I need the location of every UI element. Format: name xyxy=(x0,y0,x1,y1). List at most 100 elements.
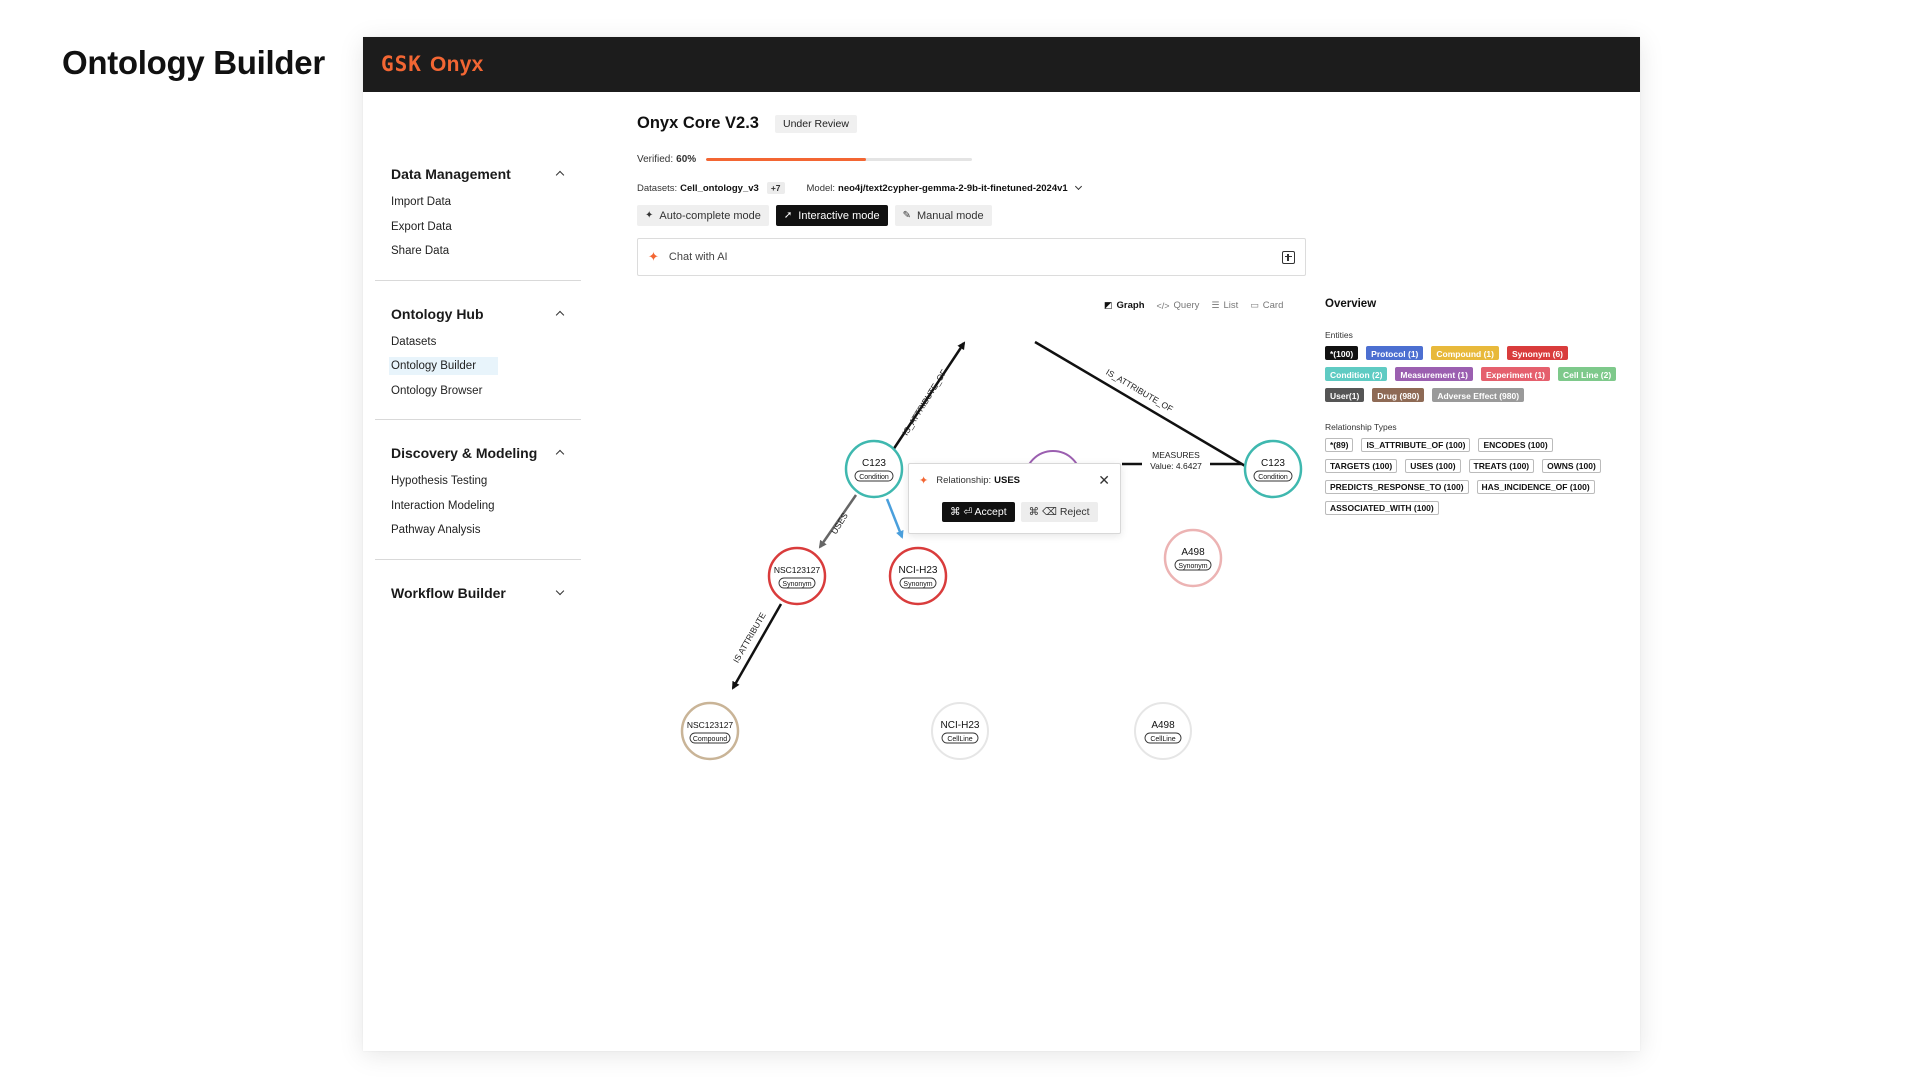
entity-tag[interactable]: Compound (1) xyxy=(1431,346,1499,360)
node-title: C123 xyxy=(1261,458,1285,469)
node-title: NCI-H23 xyxy=(941,720,980,731)
graph-node[interactable]: C123 Condition xyxy=(1243,439,1303,499)
nav-header-workflow-builder[interactable]: Workflow Builder xyxy=(391,581,581,605)
entity-tag[interactable]: Adverse Effect (980) xyxy=(1432,388,1525,402)
mode-toggle-group: ✦ Auto-complete mode ➚ Interactive mode … xyxy=(637,205,992,226)
chevron-up-icon xyxy=(555,448,565,458)
nav-section-discovery-modeling: Discovery & Modeling Hypothesis Testing … xyxy=(375,420,581,560)
manual-mode-button[interactable]: ✎ Manual mode xyxy=(894,205,992,226)
nav-header-discovery-modeling[interactable]: Discovery & Modeling xyxy=(391,441,581,465)
relationship-tags: *(89) IS_ATTRIBUTE_OF (100) ENCODES (100) T… xyxy=(1325,438,1625,515)
entity-tag[interactable]: Cell Line (2) xyxy=(1558,367,1617,381)
nav-item-pathway-analysis[interactable]: Pathway Analysis xyxy=(391,518,581,543)
relationship-tag[interactable]: TARGETS (100) xyxy=(1325,459,1398,473)
edge-suggested-uses[interactable] xyxy=(885,498,904,539)
progress-fill xyxy=(706,158,866,161)
chat-with-ai-input[interactable]: ✦ Chat with AI xyxy=(637,238,1306,276)
node-type: CellLine xyxy=(1150,736,1175,743)
graph-node[interactable]: NCI-H23 Synonym xyxy=(888,546,948,606)
relationship-tag[interactable]: PREDICTS_RESPONSE_TO (100) xyxy=(1325,480,1469,494)
tab-card[interactable]: ▭ Card xyxy=(1250,300,1283,311)
verified-row: Verified: 60% xyxy=(637,154,973,165)
entity-tag[interactable]: User(1) xyxy=(1325,388,1365,402)
chevron-up-icon xyxy=(555,169,565,179)
nav-item-import-data[interactable]: Import Data xyxy=(391,190,581,215)
nav-header-ontology-hub[interactable]: Ontology Hub xyxy=(391,302,581,326)
relationship-suggestion-popup: ✦ Relationship: USES ✕ ⌘ ⏎ Accept ⌘ ⌫ Re… xyxy=(908,463,1121,534)
nav-item-export-data[interactable]: Export Data xyxy=(391,215,581,240)
brand-logo[interactable]: GSK Onyx xyxy=(381,52,484,77)
relationship-types-label: Relationship Types xyxy=(1325,422,1397,432)
chevron-down-icon[interactable] xyxy=(1074,184,1083,193)
relationship-tag[interactable]: ASSOCIATED_WITH (100) xyxy=(1325,501,1439,515)
relationship-tag[interactable]: HAS_INCIDENCE_OF (100) xyxy=(1476,480,1595,494)
node-title: NSC123127 xyxy=(687,720,734,730)
nav-section-data-management: Data Management Import Data Export Data … xyxy=(375,162,581,281)
nav-section-workflow-builder: Workflow Builder xyxy=(375,560,581,605)
nav-section-ontology-hub: Ontology Hub Datasets Ontology Builder O… xyxy=(375,281,581,420)
tab-list[interactable]: ☰ List xyxy=(1211,300,1238,311)
graph-node[interactable]: NCI-H23 CellLine xyxy=(931,702,989,760)
graph-node[interactable]: NSC123127 Compound xyxy=(680,701,740,761)
auto-complete-mode-button[interactable]: ✦ Auto-complete mode xyxy=(637,205,769,226)
entity-tag[interactable]: Condition (2) xyxy=(1325,367,1388,381)
verified-value: 60% xyxy=(676,154,697,165)
node-type: Condition xyxy=(859,474,889,481)
model-label: Model: xyxy=(806,182,836,194)
relationship-tag[interactable]: TREATS (100) xyxy=(1468,459,1535,473)
model-value[interactable]: neo4j/text2cypher-gemma-2-9b-it-finetune… xyxy=(838,183,1068,194)
entity-tag[interactable]: *(100) xyxy=(1325,346,1359,360)
nav-item-ontology-browser[interactable]: Ontology Browser xyxy=(391,379,581,404)
node-type: Compound xyxy=(693,736,727,743)
entity-tag[interactable]: Measurement (1) xyxy=(1395,367,1473,381)
relationship-tag[interactable]: *(89) xyxy=(1325,438,1354,452)
graph-canvas[interactable]: IS_ATTRIBUTE_OF IS_ATTRIBUTE_OF MEASURES… xyxy=(637,314,1306,874)
graph-icon: ◩ xyxy=(1104,300,1113,310)
graph-node[interactable]: C123 Condition xyxy=(844,439,904,499)
nav-header-data-management[interactable]: Data Management xyxy=(391,162,581,186)
entity-tag[interactable]: Synonym (6) xyxy=(1507,346,1569,360)
edge-label-uses: USES xyxy=(829,511,850,536)
entity-tag[interactable]: Drug (980) xyxy=(1372,388,1425,402)
top-bar: GSK Onyx xyxy=(363,37,1640,92)
reject-button[interactable]: ⌘ ⌫ Reject xyxy=(1020,502,1098,522)
graph-svg: IS_ATTRIBUTE_OF IS_ATTRIBUTE_OF MEASURES… xyxy=(680,340,1303,761)
node-type: Synonym xyxy=(782,581,811,588)
entity-tags: *(100) Protocol (1) Compound (1) Synonym (6… xyxy=(1325,346,1625,402)
node-type: Synonym xyxy=(1178,563,1207,570)
datasets-value[interactable]: Cell_ontology_v3 xyxy=(680,183,759,194)
nav-section-title: Workflow Builder xyxy=(391,584,506,601)
close-icon[interactable]: ✕ xyxy=(1098,473,1110,487)
node-title: NCI-H23 xyxy=(899,565,938,576)
relationship-tag[interactable]: USES (100) xyxy=(1405,459,1461,473)
edge-label-measures-value: Value: 4.6427 xyxy=(1150,461,1202,471)
node-type: Condition xyxy=(1258,474,1288,481)
graph-node[interactable]: NSC123127 Synonym xyxy=(767,546,827,606)
relationship-tag[interactable]: ENCODES (100) xyxy=(1478,438,1553,452)
nav-item-datasets[interactable]: Datasets xyxy=(391,330,581,355)
relationship-tag[interactable]: OWNS (100) xyxy=(1542,459,1601,473)
nav-section-title: Discovery & Modeling xyxy=(391,445,538,461)
nav-section-title: Ontology Hub xyxy=(391,305,484,322)
edge-label-measures: MEASURES xyxy=(1152,450,1200,460)
nav-item-share-data[interactable]: Share Data xyxy=(391,239,581,264)
nav-item-ontology-builder[interactable]: Ontology Builder xyxy=(389,354,581,379)
entity-tag[interactable]: Protocol (1) xyxy=(1366,346,1424,360)
interactive-mode-button[interactable]: ➚ Interactive mode xyxy=(775,205,888,226)
nav-item-hypothesis-testing[interactable]: Hypothesis Testing xyxy=(391,469,581,494)
overview-title: Overview xyxy=(1325,298,1377,310)
graph-node[interactable]: A498 CellLine xyxy=(1134,702,1192,760)
tab-query[interactable]: </> Query xyxy=(1157,300,1200,311)
relationship-tag[interactable]: IS_ATTRIBUTE_OF (100) xyxy=(1361,438,1471,452)
edge-label-is-attribute-of-1: IS_ATTRIBUTE_OF xyxy=(900,368,949,438)
entity-tag[interactable]: Experiment (1) xyxy=(1480,367,1551,381)
view-tabs: ◩ Graph </> Query ☰ List ▭ Card xyxy=(1104,300,1283,311)
datasets-more-badge[interactable]: +7 xyxy=(766,182,785,194)
node-type: Synonym xyxy=(903,581,932,588)
nav-item-interaction-modeling[interactable]: Interaction Modeling xyxy=(391,494,581,519)
accept-button[interactable]: ⌘ ⏎ Accept xyxy=(942,502,1015,522)
tab-graph[interactable]: ◩ Graph xyxy=(1104,300,1145,311)
add-icon[interactable] xyxy=(1282,250,1295,264)
sparkle-icon: ✦ xyxy=(648,249,659,264)
graph-node[interactable]: A498 Synonym xyxy=(1163,528,1223,588)
